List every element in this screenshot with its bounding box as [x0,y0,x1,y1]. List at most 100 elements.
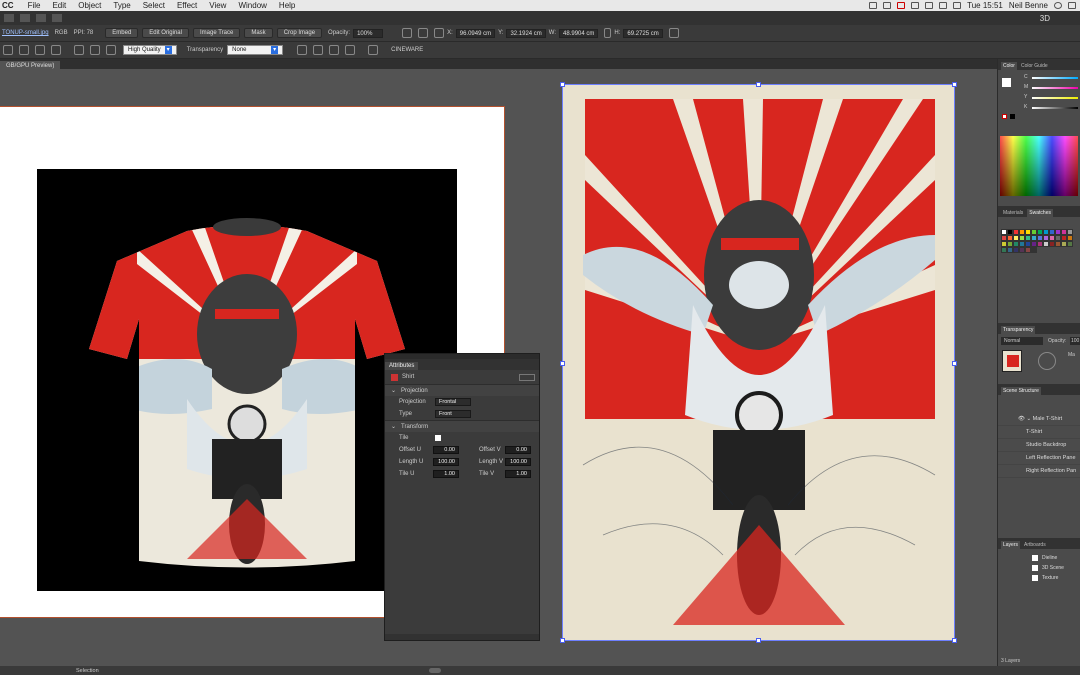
opacity-field[interactable]: 100 [1070,337,1080,345]
crop-image-button[interactable]: Crop Image [276,28,323,38]
axis-icon[interactable] [3,45,13,55]
mask-button[interactable]: Mask [244,28,273,38]
scale-3d-icon[interactable] [35,45,45,55]
node-icon[interactable] [368,45,379,55]
fill-swatch[interactable] [1002,78,1011,87]
scene-structure-tab[interactable]: Scene Structure [1001,387,1041,395]
none-swatch[interactable] [1002,114,1007,119]
color-tab[interactable]: Color [1001,62,1017,70]
menu-edit[interactable]: Edit [46,0,72,11]
length-u-field[interactable]: 100.00 [433,458,459,466]
align-icon[interactable] [402,28,413,38]
color-spectrum[interactable] [1000,136,1078,196]
chevron-down-icon[interactable]: ⌄ [391,387,396,394]
w-field[interactable]: 48.9904 cm [559,28,599,38]
offset-v-field[interactable]: 0.00 [505,446,531,454]
clock[interactable]: Tue 15:51 [967,1,1003,10]
bluetooth-icon[interactable] [911,2,920,9]
h-field[interactable]: 69.2725 cm [623,28,663,38]
embed-button[interactable]: Embed [105,28,139,38]
search-icon[interactable] [1054,2,1062,9]
transform-icon[interactable] [418,28,429,38]
rotate-3d-icon[interactable] [51,45,61,55]
layer-row[interactable]: Dieline [998,553,1080,563]
layer-row[interactable]: 3D Scene [998,563,1080,573]
menu-view[interactable]: View [203,0,232,11]
workspace-switcher[interactable]: 3D [1040,14,1050,23]
horizontal-scrollbar[interactable] [428,668,441,673]
cyan-slider[interactable] [1032,77,1078,79]
transparency-tab[interactable]: Transparency [1001,326,1036,334]
black-swatch[interactable] [1010,114,1015,119]
volume-icon[interactable] [939,2,948,9]
tile-checkbox[interactable] [435,435,441,441]
tile-v-field[interactable]: 1.00 [505,470,531,478]
wifi-icon[interactable] [925,2,934,9]
swatches-tab[interactable]: Swatches [1027,209,1053,217]
edit-original-button[interactable]: Edit Original [142,28,189,38]
artboards-tab[interactable]: Artboards [1022,541,1048,549]
user-name[interactable]: Neil Benne [1009,1,1048,10]
no-mask-icon[interactable] [1038,352,1056,370]
type-select[interactable]: Front [435,410,471,418]
black-slider[interactable] [1032,107,1078,109]
yellow-slider[interactable] [1032,97,1078,99]
menu-object[interactable]: Object [72,0,107,11]
layers-tab[interactable]: Layers [1001,541,1021,549]
scene-item[interactable]: Studio Backdrop [998,439,1080,452]
bridge-icon[interactable] [20,14,30,22]
menu-file[interactable]: File [22,0,47,11]
battery-icon[interactable] [953,2,962,9]
move-3d-icon[interactable] [19,45,29,55]
projection-select[interactable]: Frontal [435,398,471,406]
drop-icon[interactable] [345,45,356,55]
scene-item[interactable]: 👁 ⌄ Male T-Shirt [998,413,1080,426]
notification-icon[interactable] [1068,2,1076,9]
link-icon[interactable] [604,28,612,38]
arrange-icon[interactable] [36,14,46,22]
color-swatch[interactable] [1067,241,1073,247]
reference-point-icon[interactable] [434,28,445,38]
scene-item[interactable]: Left Reflection Pane [998,452,1080,465]
attributes-tab[interactable]: Attributes [385,362,419,370]
color-guide-tab[interactable]: Color Guide [1019,62,1050,70]
panel-footer[interactable] [385,634,539,640]
object-options-icon[interactable] [519,373,535,381]
render-icon[interactable] [106,45,116,55]
home-icon[interactable] [4,14,14,22]
canvas[interactable]: Attributes Shirt ⌄ Projection Projection… [0,69,997,666]
status-icon[interactable] [869,2,878,9]
camera-icon[interactable] [74,45,84,55]
x-field[interactable]: 96.0949 cm [455,28,496,38]
quality-select[interactable]: High Quality ▾ [123,45,177,55]
gear-icon[interactable] [297,45,308,55]
menu-type[interactable]: Type [107,0,136,11]
tile-u-field[interactable]: 1.00 [433,470,459,478]
menu-select[interactable]: Select [137,0,171,11]
materials-tab[interactable]: Materials [1001,209,1025,217]
menu-help[interactable]: Help [273,0,301,11]
magenta-slider[interactable] [1032,87,1078,89]
app-name[interactable]: CC [0,0,22,11]
offset-u-field[interactable]: 0.00 [433,446,459,454]
scene-item[interactable]: T-Shirt [998,426,1080,439]
texture-artwork[interactable] [563,85,955,640]
layer-row[interactable]: Texture [998,573,1080,583]
transparency-select[interactable]: None ▾ [227,45,284,55]
attributes-panel[interactable]: Attributes Shirt ⌄ Projection Projection… [384,353,540,641]
y-field[interactable]: 32.1924 cm [506,28,546,38]
cube-icon[interactable] [313,45,324,55]
scene-item[interactable]: Right Reflection Pan [998,465,1080,478]
projection-section[interactable]: ⌄ Projection [385,384,539,396]
chevron-down-icon[interactable]: ⌄ [391,423,396,430]
material-icon[interactable] [329,45,340,55]
image-trace-button[interactable]: Image Trace [192,28,241,38]
gpu-icon[interactable] [52,14,62,22]
dropbox-icon[interactable] [883,2,892,9]
make-mask-button[interactable]: Ma [1068,352,1075,358]
blend-mode-select[interactable]: Normal [1001,337,1043,345]
alert-icon[interactable] [897,2,906,9]
more-options-icon[interactable] [668,28,679,38]
thumbnail-image[interactable] [1002,350,1022,372]
menu-window[interactable]: Window [232,0,272,11]
